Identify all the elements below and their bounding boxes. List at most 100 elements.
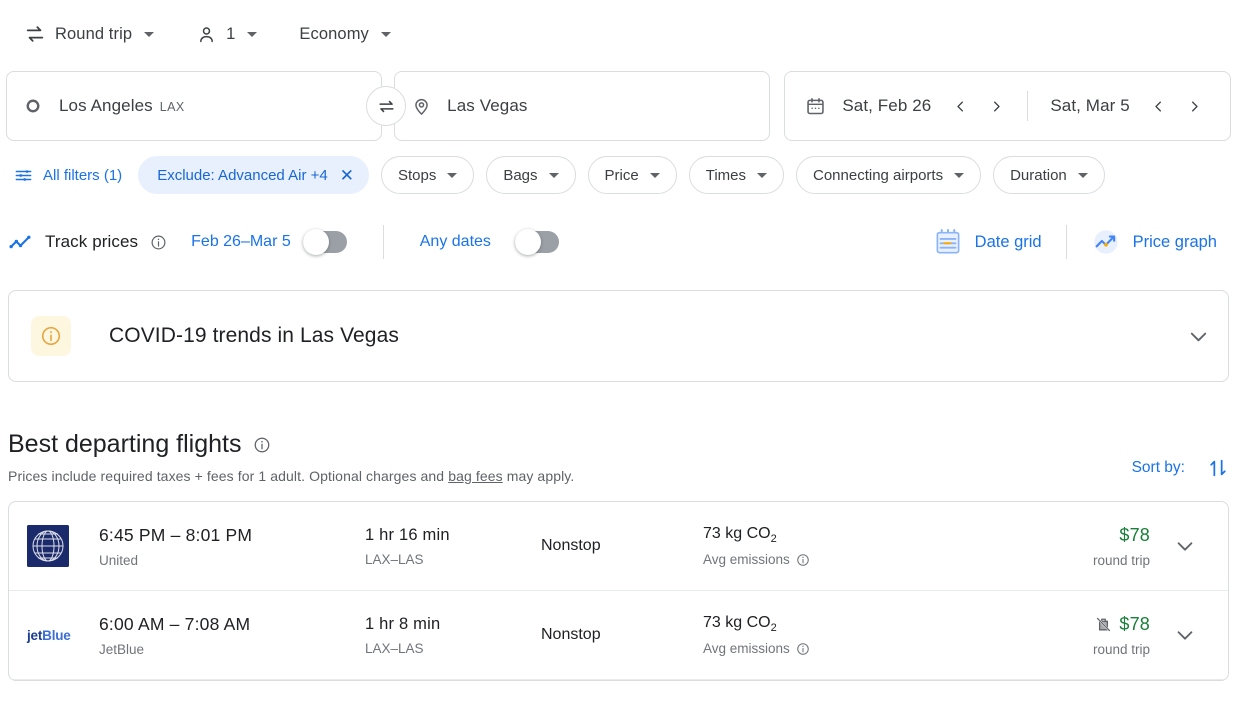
chevron-down-icon: [144, 31, 155, 37]
price-graph-icon: [1091, 227, 1121, 257]
emissions-label: Avg emissions: [703, 552, 790, 568]
flight-price: $78: [1119, 524, 1150, 545]
toggle-knob: [302, 229, 329, 255]
chip-label: Stops: [397, 166, 437, 184]
depart-next-day-button[interactable]: [981, 91, 1011, 121]
flight-emissions-cell: 73 kg CO2 Avg emissions: [703, 525, 907, 567]
divider: [1065, 225, 1067, 259]
flight-duration: 1 hr 8 min: [365, 614, 441, 633]
emissions-value: 73 kg CO2: [703, 614, 907, 634]
filters-bar: All filters (1) Exclude: Advanced Air +4…: [0, 144, 1237, 204]
flight-route: LAX–LAS: [365, 640, 424, 656]
flight-duration-cell: 1 hr 16 min LAX–LAS: [365, 526, 541, 567]
info-icon[interactable]: [253, 436, 271, 454]
all-filters-button[interactable]: All filters (1): [14, 166, 126, 185]
info-icon[interactable]: [796, 553, 810, 567]
trip-type-label: Round trip: [55, 24, 133, 43]
price-trip-type: round trip: [1092, 552, 1150, 568]
return-prev-day-button[interactable]: [1144, 91, 1174, 121]
calendar-icon: [805, 96, 826, 117]
flight-emissions-cell: 73 kg CO2 Avg emissions: [703, 614, 907, 656]
trip-type-selector[interactable]: Round trip: [14, 17, 164, 51]
expand-flight-button[interactable]: [1156, 624, 1214, 646]
track-date-range-label[interactable]: Feb 26–Mar 5: [191, 233, 291, 251]
chip-label: Duration: [1010, 166, 1067, 184]
trending-line-icon: [8, 230, 33, 255]
flight-price: $78: [1119, 613, 1150, 634]
divider: [382, 225, 384, 259]
swap-arrows-icon: [377, 97, 396, 116]
bag-fees-link[interactable]: bag fees: [448, 468, 503, 484]
depart-prev-day-button[interactable]: [945, 91, 975, 121]
flight-stops: Nonstop: [541, 537, 601, 554]
active-filter-chip-exclude-airlines[interactable]: Exclude: Advanced Air +4 ✕: [138, 156, 369, 194]
chip-label: Connecting airports: [813, 166, 944, 184]
chevron-down-icon: [649, 172, 660, 178]
all-filters-label: All filters (1): [43, 166, 123, 184]
return-date-field[interactable]: Sat, Mar 5: [1028, 72, 1209, 140]
subtitle-post: may apply.: [502, 468, 575, 484]
chevron-down-icon: [757, 172, 767, 178]
table-row[interactable]: jetBlue 6:00 AM – 7:08 AM JetBlue 1 hr 8…: [9, 591, 1228, 680]
track-date-range-toggle[interactable]: [302, 229, 347, 255]
price-graph-button[interactable]: Price graph: [1083, 221, 1225, 263]
price-trip-type: round trip: [1092, 641, 1150, 657]
filter-chip-price[interactable]: Price: [587, 156, 677, 194]
emissions-label: Avg emissions: [703, 641, 790, 657]
info-icon[interactable]: [150, 234, 167, 251]
passenger-selector[interactable]: 1: [186, 18, 267, 51]
date-grid-button[interactable]: Date grid: [925, 221, 1050, 263]
chip-label: Price: [604, 166, 639, 184]
tune-icon: [14, 166, 33, 185]
airline-logo: jetBlue: [27, 628, 99, 643]
origin-input[interactable]: Los Angeles LAX: [6, 71, 383, 141]
close-icon[interactable]: ✕: [340, 167, 354, 184]
any-dates-label[interactable]: Any dates: [420, 233, 491, 251]
united-logo: [27, 525, 69, 567]
track-prices-bar: Track prices Feb 26–Mar 5 Any dates Date…: [0, 204, 1237, 280]
emissions-label-row: Avg emissions: [703, 641, 907, 656]
flight-stops: Nonstop: [541, 626, 601, 643]
destination-input[interactable]: Las Vegas: [394, 71, 771, 141]
active-filter-label: Exclude: Advanced Air +4: [157, 166, 328, 184]
emissions-text: 73 kg CO: [703, 613, 771, 631]
filter-chip-stops[interactable]: Stops: [380, 156, 475, 194]
flight-route: LAX–LAS: [365, 551, 424, 567]
track-prices-label: Track prices: [45, 232, 139, 251]
any-dates-toggle[interactable]: [514, 229, 559, 255]
swap-horizontal-icon: [24, 23, 46, 45]
return-next-day-button[interactable]: [1180, 91, 1210, 121]
flight-price-cell: $78 round trip: [1093, 614, 1156, 657]
flight-price-cell: $78 round trip: [1093, 525, 1156, 568]
chip-label: Times: [705, 166, 746, 184]
search-bar: Los Angeles LAX Las Vegas Sat, Feb 26 Sa…: [0, 68, 1237, 144]
cabin-class-selector[interactable]: Economy: [289, 19, 400, 50]
filter-chip-duration[interactable]: Duration: [993, 156, 1105, 194]
info-icon[interactable]: [796, 642, 810, 656]
flight-times: 6:45 PM – 8:01 PM: [99, 524, 253, 545]
filter-chip-bags[interactable]: Bags: [486, 156, 576, 194]
origin-city: Los Angeles: [59, 96, 153, 115]
filter-chip-connecting-airports[interactable]: Connecting airports: [796, 156, 982, 194]
date-range-field: Sat, Feb 26 Sat, Mar 5: [784, 71, 1231, 141]
swap-locations-button[interactable]: [366, 86, 406, 126]
flight-results-list: 6:45 PM – 8:01 PM United 1 hr 16 min LAX…: [8, 501, 1229, 681]
expand-flight-button[interactable]: [1156, 535, 1214, 557]
flight-times: 6:00 AM – 7:08 AM: [99, 613, 251, 634]
flight-time-cell: 6:45 PM – 8:01 PM United: [99, 525, 365, 568]
filter-chip-times[interactable]: Times: [688, 156, 784, 194]
info-circle-icon: [31, 316, 71, 356]
covid-trends-card[interactable]: COVID-19 trends in Las Vegas: [8, 290, 1229, 382]
best-departing-subtitle: Prices include required taxes + fees for…: [8, 468, 574, 484]
airline-logo: [27, 525, 99, 567]
emissions-value: 73 kg CO2: [703, 525, 907, 545]
chevron-down-icon: [380, 31, 391, 37]
emissions-subscript: 2: [770, 533, 777, 546]
chip-label: Bags: [503, 166, 538, 184]
sort-by-control[interactable]: Sort by:: [1132, 430, 1229, 479]
chevron-down-icon: [954, 172, 965, 178]
expand-covid-button[interactable]: [1187, 325, 1210, 348]
depart-date-field[interactable]: Sat, Feb 26: [785, 72, 1011, 140]
sort-arrows-icon[interactable]: [1207, 457, 1229, 479]
table-row[interactable]: 6:45 PM – 8:01 PM United 1 hr 16 min LAX…: [9, 502, 1228, 591]
